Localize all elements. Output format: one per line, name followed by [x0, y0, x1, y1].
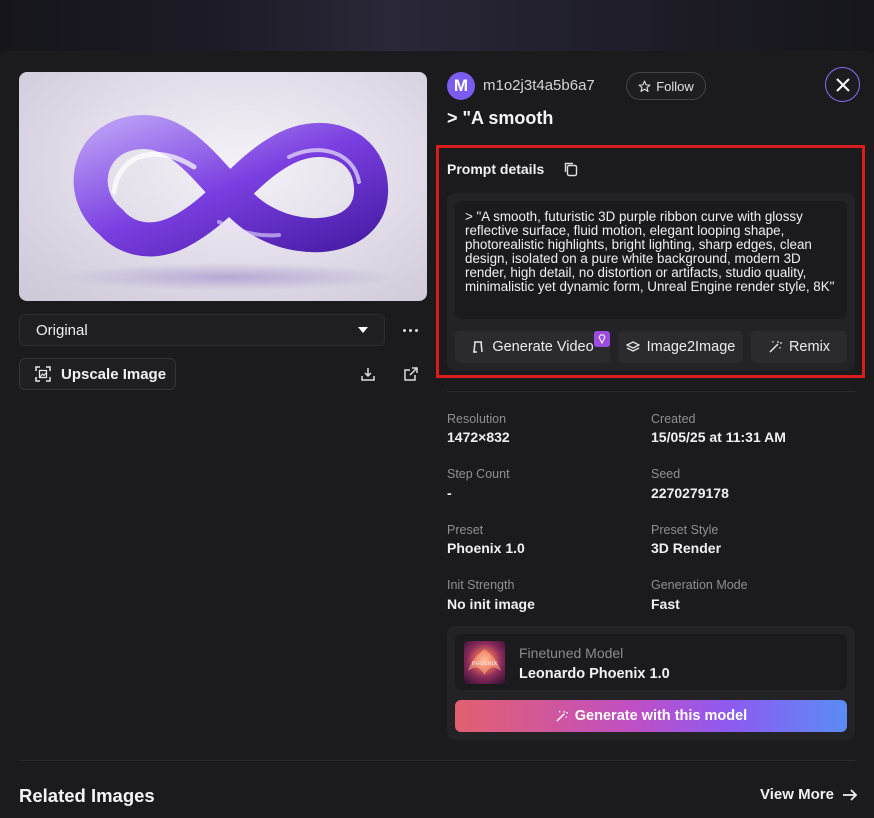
- resolution-value: 1472×832: [447, 429, 510, 445]
- seed-value: 2270279178: [651, 485, 729, 501]
- backdrop-strip: [0, 0, 874, 52]
- magic-wand-icon: [556, 710, 568, 722]
- model-thumbnail: PHOENIX: [464, 641, 505, 684]
- close-button[interactable]: [825, 67, 860, 102]
- step-count-label: Step Count: [447, 467, 510, 481]
- upscale-label: Upscale Image: [61, 365, 167, 383]
- generation-mode-label: Generation Mode: [651, 578, 748, 592]
- related-images-heading: Related Images: [19, 785, 155, 806]
- preset-style-value: 3D Render: [651, 540, 722, 556]
- premium-gem-icon: [594, 331, 610, 347]
- step-count-value: -: [447, 485, 452, 501]
- image2image-label: Image2Image: [646, 339, 736, 355]
- image2image-button[interactable]: Image2Image: [618, 331, 743, 363]
- close-icon: [835, 77, 850, 92]
- avatar[interactable]: M: [447, 72, 475, 100]
- more-options-icon[interactable]: [398, 319, 422, 341]
- layers-icon: [625, 341, 640, 352]
- model-sub-label: Finetuned Model: [519, 645, 624, 661]
- star-icon: [638, 80, 651, 92]
- preset-style-label: Preset Style: [651, 523, 719, 537]
- section-divider: [19, 760, 855, 761]
- ribbon-artwork: [59, 114, 399, 291]
- upscale-image-button[interactable]: Upscale Image: [19, 358, 176, 390]
- download-icon[interactable]: [358, 364, 378, 384]
- generate-with-model-button[interactable]: Generate with this model: [455, 700, 847, 732]
- username[interactable]: m1o2j3t4a5b6a7: [483, 77, 595, 94]
- caret-down-icon: [358, 327, 368, 333]
- generation-mode-value: Fast: [651, 596, 680, 612]
- view-more-label: View More: [760, 786, 834, 803]
- model-thumb-text: PHOENIX: [472, 661, 498, 667]
- follow-button[interactable]: Follow: [626, 72, 706, 100]
- remix-button[interactable]: Remix: [751, 331, 847, 363]
- generate-video-label: Generate Video: [492, 339, 594, 355]
- arrow-right-icon: [842, 788, 858, 801]
- avatar-initial: M: [453, 76, 469, 95]
- upscale-icon: [35, 366, 51, 382]
- view-more-link[interactable]: View More: [760, 786, 858, 803]
- image-version-value: Original: [36, 321, 88, 339]
- page-title: > "A smooth: [447, 108, 554, 128]
- preset-label: Preset: [447, 523, 484, 537]
- image-version-select[interactable]: Original: [19, 314, 385, 346]
- preset-value: Phoenix 1.0: [447, 540, 525, 556]
- magic-wand-icon: [769, 341, 782, 353]
- generate-with-model-label: Generate with this model: [574, 708, 748, 724]
- resolution-label: Resolution: [447, 412, 507, 426]
- video-icon: [473, 341, 484, 353]
- created-label: Created: [651, 412, 696, 426]
- created-value: 15/05/25 at 11:31 AM: [651, 429, 786, 445]
- remix-label: Remix: [788, 339, 831, 355]
- init-strength-label: Init Strength: [447, 578, 515, 592]
- init-strength-value: No init image: [447, 596, 535, 612]
- copy-icon[interactable]: [563, 161, 579, 177]
- model-name: Leonardo Phoenix 1.0: [519, 666, 670, 682]
- follow-label: Follow: [656, 78, 694, 94]
- prompt-text: > "A smooth, futuristic 3D purple ribbon…: [455, 201, 847, 319]
- seed-label: Seed: [651, 467, 681, 481]
- prompt-details-label: Prompt details: [447, 161, 545, 177]
- open-external-icon[interactable]: [401, 364, 421, 384]
- generate-video-button[interactable]: Generate Video: [455, 331, 610, 363]
- section-divider: [447, 391, 855, 392]
- generated-image[interactable]: [19, 72, 427, 301]
